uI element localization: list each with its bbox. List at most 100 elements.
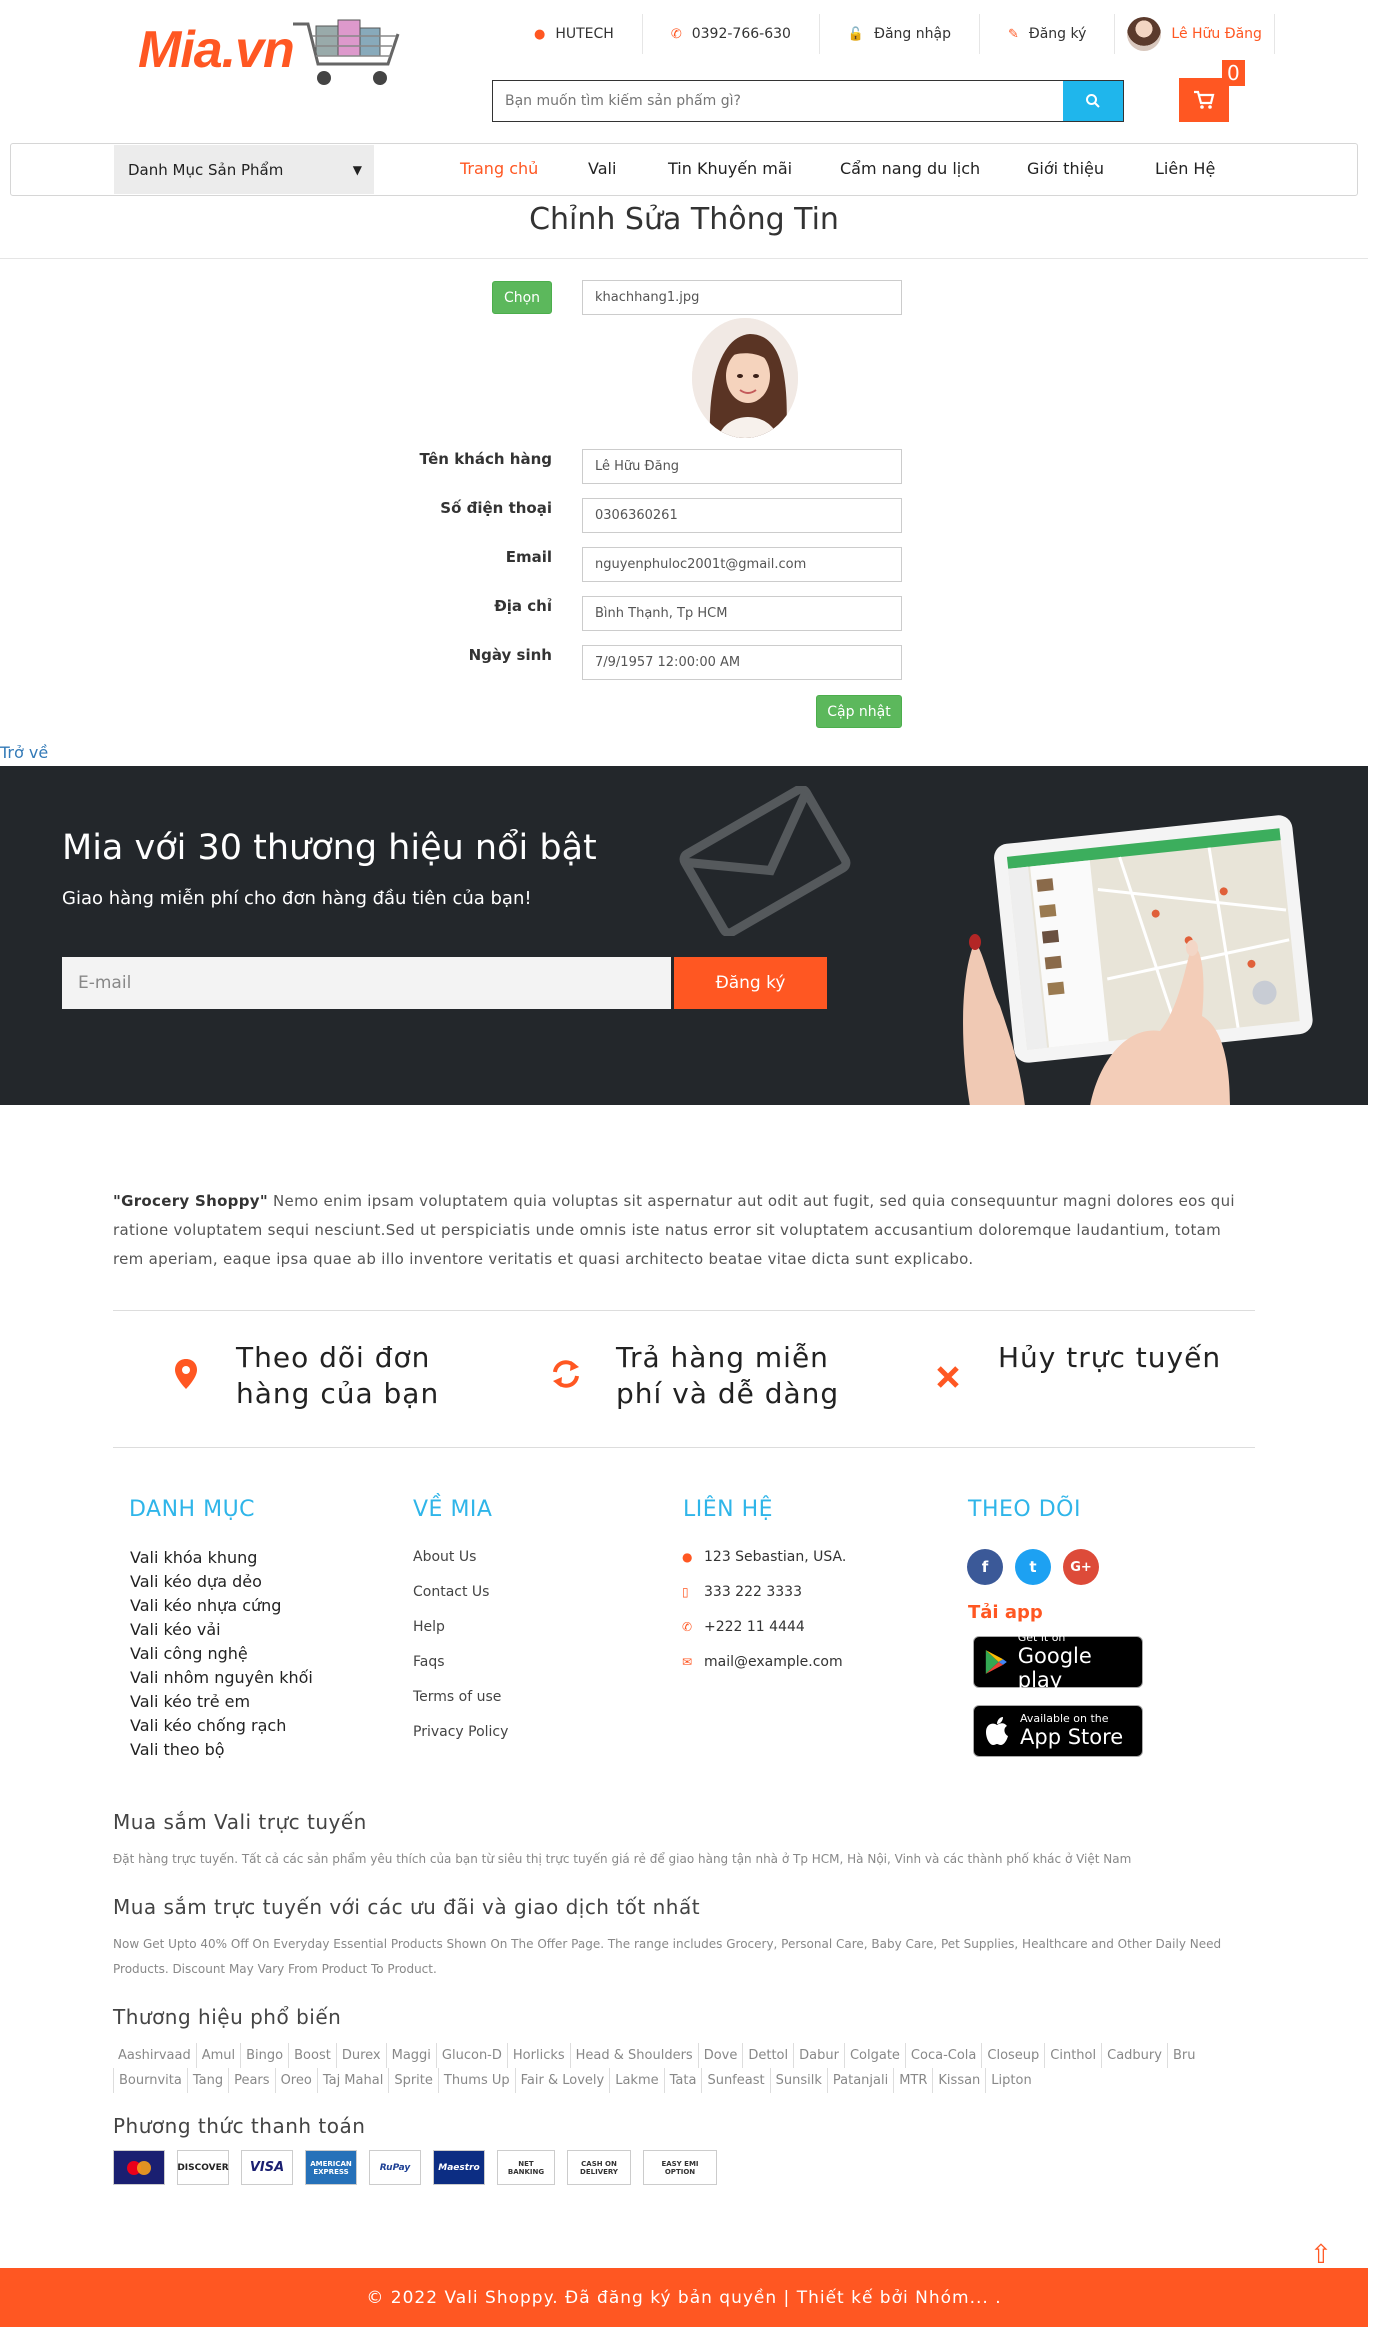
brand-link[interactable]: Bournvita (113, 2068, 187, 2093)
birthday-field[interactable]: 7/9/1957 12:00:00 AM (582, 645, 902, 680)
nav-contact[interactable]: Liên Hệ (1155, 159, 1215, 178)
search-button[interactable] (1063, 81, 1123, 121)
brand-link[interactable]: Thums Up (437, 2068, 515, 2093)
site-logo[interactable]: Mia.vn (138, 20, 295, 80)
brand-link[interactable]: Sprite (388, 2068, 438, 2093)
scroll-to-top-icon[interactable]: ⇧ (1310, 2240, 1332, 2270)
feature-line: phí và dễ dàng (616, 1377, 840, 1410)
brand-link[interactable]: Pears (228, 2068, 274, 2093)
footer-col-contact-title: LIÊN HỆ (683, 1497, 774, 1522)
footer-category-link[interactable]: Vali công nghệ (130, 1642, 313, 1666)
brand-link[interactable]: Coca-Cola (904, 2043, 981, 2068)
net-banking-icon: NET BANKING (497, 2150, 555, 2185)
footer-category-link[interactable]: Vali kéo chống rạch (130, 1714, 313, 1738)
nav-home[interactable]: Trang chủ (460, 159, 538, 178)
nav-travel-guide[interactable]: Cẩm nang du lịch (840, 159, 980, 178)
footer-category-link[interactable]: Vali khóa khung (130, 1546, 313, 1570)
brand-link[interactable]: Aashirvaad (113, 2043, 196, 2068)
brand-link[interactable]: Boost (288, 2043, 336, 2068)
update-button[interactable]: Cập nhật (816, 695, 902, 728)
twitter-icon[interactable]: t (1015, 1549, 1051, 1585)
filename-field[interactable]: khachhang1.jpg (582, 280, 902, 315)
footer-category-link[interactable]: Vali kéo trẻ em (130, 1690, 313, 1714)
cart-count-badge: 0 (1222, 60, 1245, 86)
google-play-big: Google play (1017, 1644, 1092, 1692)
brand-link[interactable]: Horlicks (506, 2043, 570, 2068)
brand-link[interactable]: Sunsilk (769, 2068, 827, 2093)
app-store-badge[interactable]: Available on the App Store (973, 1705, 1143, 1757)
label-birthday: Ngày sinh (468, 646, 552, 664)
brand-link[interactable]: Bru (1166, 2043, 1201, 2068)
google-plus-icon[interactable]: G+ (1063, 1549, 1099, 1585)
brand-link[interactable]: Lakme (609, 2068, 663, 2093)
nav-links: Trang chủ Vali Tin Khuyến mãi Cẩm nang d… (0, 143, 1368, 196)
brand-link[interactable]: Lipton (985, 2068, 1036, 2093)
customer-name-field[interactable]: Lê Hữu Đăng (582, 449, 902, 484)
topbar-location[interactable]: ● HUTECH (506, 14, 642, 54)
newsletter-subscribe-button[interactable]: Đăng ký (674, 957, 827, 1009)
brand-link[interactable]: Patanjali (826, 2068, 893, 2093)
footer-category-link[interactable]: Vali nhôm nguyên khối (130, 1666, 313, 1690)
footer-about-link[interactable]: Faqs (413, 1645, 508, 1680)
register-link[interactable]: ✎ Đăng ký (978, 14, 1114, 54)
brand-link[interactable]: Colgate (843, 2043, 905, 2068)
nav-promotions[interactable]: Tin Khuyến mãi (668, 159, 792, 178)
footer-category-link[interactable]: Vali kéo nhựa cứng (130, 1594, 313, 1618)
google-play-badge[interactable]: Get it on Google play (973, 1632, 1143, 1692)
maestro-icon: Maestro (433, 2150, 485, 2185)
brand-link[interactable]: Amul (195, 2043, 240, 2068)
label-customer-name: Tên khách hàng (419, 450, 552, 468)
contact-email[interactable]: ✉ mail@example.com (682, 1645, 846, 1680)
brand-link[interactable]: Sunfeast (701, 2068, 769, 2093)
search-input[interactable] (493, 81, 1063, 121)
brand-link[interactable]: Bingo (240, 2043, 288, 2068)
footer-about-link[interactable]: Terms of use (413, 1680, 508, 1715)
nav-vali[interactable]: Vali (588, 159, 616, 178)
brand-link[interactable]: Head & Shoulders (569, 2043, 698, 2068)
login-link[interactable]: 🔓 Đăng nhập (818, 14, 979, 54)
brand-link[interactable]: Oreo (274, 2068, 317, 2093)
footer-about-link[interactable]: Help (413, 1610, 508, 1645)
brand-link[interactable]: Kissan (932, 2068, 985, 2093)
rupay-icon: RuPay (369, 2150, 421, 2185)
brand-link[interactable]: Cinthol (1044, 2043, 1101, 2068)
brand-link[interactable]: Closeup (981, 2043, 1044, 2068)
feature-free-return: Trả hàng miễn phí và dễ dàng (546, 1340, 839, 1412)
footer-heading-payment: Phương thức thanh toán (113, 2114, 366, 2138)
footer-category-link[interactable]: Vali kéo dựa dẻo (130, 1570, 313, 1594)
footer-about-link[interactable]: Privacy Policy (413, 1715, 508, 1750)
phone-field[interactable]: 0306360261 (582, 498, 902, 533)
about-body: Nemo enim ipsam voluptatem quia voluptas… (113, 1192, 1235, 1268)
facebook-icon[interactable]: f (967, 1549, 1003, 1585)
back-link[interactable]: Trở về (0, 743, 48, 762)
brand-link[interactable]: Fair & Lovely (514, 2068, 610, 2093)
footer-category-link[interactable]: Vali kéo vải (130, 1618, 313, 1642)
newsletter-email-input[interactable]: E-mail (62, 957, 671, 1009)
brand-link[interactable]: Tata (663, 2068, 702, 2093)
choose-file-button[interactable]: Chọn (492, 281, 552, 314)
brand-link[interactable]: Glucon-D (435, 2043, 507, 2068)
brand-link[interactable]: Dove (697, 2043, 743, 2068)
newsletter-banner: Mia với 30 thương hiệu nổi bật Giao hàng… (0, 766, 1368, 1105)
footer-heading-best-deals: Mua sắm trực tuyến với các ưu đãi và gia… (113, 1895, 701, 1919)
brand-link[interactable]: MTR (893, 2068, 932, 2093)
footer-about-list: About Us Contact Us Help Faqs Terms of u… (413, 1540, 508, 1750)
about-text: "Grocery Shoppy" Nemo enim ipsam volupta… (113, 1187, 1243, 1274)
email-field[interactable]: nguyenphuloc2001t@gmail.com (582, 547, 902, 582)
brand-link[interactable]: Tang (186, 2068, 228, 2093)
brand-link[interactable]: Maggi (385, 2043, 436, 2068)
brand-link[interactable]: Dabur (793, 2043, 844, 2068)
address-field[interactable]: Bình Thạnh, Tp HCM (582, 596, 902, 631)
brand-link[interactable]: Durex (335, 2043, 386, 2068)
footer-about-link[interactable]: About Us (413, 1540, 508, 1575)
footer-about-link[interactable]: Contact Us (413, 1575, 508, 1610)
brand-link[interactable]: Taj Mahal (316, 2068, 389, 2093)
brand-link[interactable]: Dettol (742, 2043, 793, 2068)
times-icon (928, 1358, 968, 1398)
nav-about[interactable]: Giới thiệu (1027, 159, 1104, 178)
footer-category-link[interactable]: Vali theo bộ (130, 1738, 313, 1762)
contact-text: 333 222 3333 (704, 1584, 802, 1600)
topbar-phone[interactable]: ✆ 0392-766-630 (641, 14, 819, 54)
brand-link[interactable]: Cadbury (1101, 2043, 1167, 2068)
user-menu[interactable]: Lê Hữu Đăng (1114, 14, 1275, 54)
